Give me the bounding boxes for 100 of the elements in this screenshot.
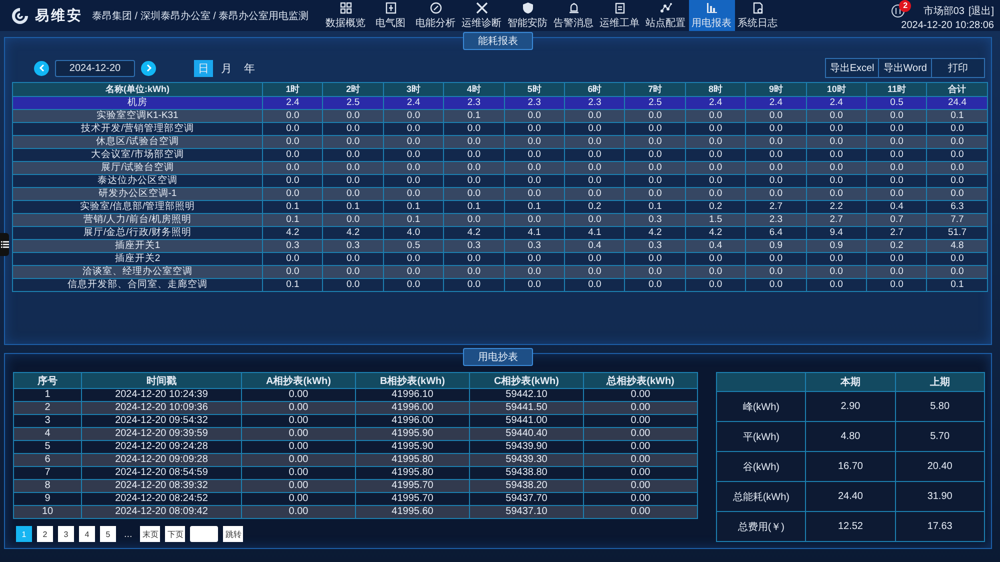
- table-cell: 0.0: [866, 278, 927, 292]
- table-cell: 0.0: [504, 278, 565, 292]
- nav-tab[interactable]: 告警消息: [550, 0, 597, 31]
- logout-link[interactable]: [退出]: [968, 4, 994, 18]
- tools-icon: [476, 2, 488, 14]
- nav-tab[interactable]: 系统日志: [734, 0, 781, 31]
- table-cell: 4.80: [806, 422, 896, 452]
- table-cell: 12.52: [806, 512, 896, 542]
- clipboard-icon: [614, 2, 626, 14]
- column-header: 合计: [926, 82, 988, 96]
- column-header: 7时: [624, 82, 686, 96]
- table-cell: 20.40: [895, 452, 984, 482]
- column-header: 6时: [564, 82, 625, 96]
- column-header: C相抄表(kWh): [470, 372, 584, 388]
- column-header: 5时: [504, 82, 565, 96]
- column-header: 本期: [806, 372, 896, 392]
- nav-tab[interactable]: 电能分析: [412, 0, 459, 31]
- table-row[interactable]: 展厅/金总/行政/财务照明 4.2 4.2 4.0 4.2 4.1 4.1 4.2 4.2 6.4 9.4 2.7 51.7: [12, 226, 988, 240]
- table-cell: 0.0: [444, 278, 504, 292]
- panel-title: 用电抄表: [463, 348, 533, 366]
- table-cell: 0.00: [242, 506, 356, 518]
- file-icon: [752, 2, 764, 14]
- list-icon: [0, 241, 8, 248]
- document-icon: [384, 2, 397, 14]
- table-cell: 0.1: [262, 278, 323, 292]
- page-button[interactable]: 5: [100, 526, 116, 542]
- chevron-right-icon: [144, 64, 152, 72]
- table-cell: 0.0: [685, 278, 746, 292]
- previous-date-button[interactable]: [34, 60, 49, 76]
- jump-button[interactable]: 跳转: [223, 526, 244, 542]
- table-cell: 0.0: [806, 278, 867, 292]
- grid-icon: [340, 2, 352, 14]
- page-button[interactable]: 2: [37, 526, 53, 542]
- compass-icon: [430, 2, 442, 14]
- column-header: 3时: [383, 82, 444, 96]
- chevron-left-icon: [38, 64, 46, 72]
- page-button[interactable]: 4: [79, 526, 95, 542]
- brand-name: 易维安: [35, 6, 83, 24]
- column-header: 4时: [444, 82, 504, 96]
- column-header: 10时: [806, 82, 867, 96]
- panel-title: 能耗报表: [463, 32, 533, 50]
- pagination-ellipsis: ...: [123, 528, 134, 540]
- column-header: 总相抄表(kWh): [584, 372, 698, 388]
- user-icon[interactable]: [891, 4, 906, 18]
- period-tab[interactable]: 月: [217, 60, 236, 76]
- page-button[interactable]: 3: [58, 526, 74, 542]
- table-cell: 5.80: [895, 392, 984, 422]
- date-time: 2024-12-20 10:28:06: [901, 20, 994, 30]
- last-page-button[interactable]: 末页: [140, 526, 160, 542]
- table-cell: 0.0: [322, 278, 384, 292]
- list-toggle-button[interactable]: [0, 233, 9, 256]
- table-cell: 总能耗(kWh): [716, 482, 806, 512]
- table-cell: 16.70: [806, 452, 896, 482]
- column-header: 序号: [14, 372, 82, 388]
- nav-tab[interactable]: 运维诊断: [458, 0, 505, 31]
- table-cell: 31.90: [895, 482, 984, 512]
- table-cell: 0.0: [383, 278, 444, 292]
- shield-icon: [522, 2, 534, 14]
- table-cell: 0.0: [746, 278, 806, 292]
- export-button[interactable]: 打印: [932, 59, 984, 77]
- table-cell: 2024-12-20 08:09:42: [82, 506, 242, 518]
- breadcrumb: 泰昂集团 / 深圳泰昂办公室 / 泰昂办公室用电监测: [92, 10, 309, 22]
- next-date-button[interactable]: [141, 60, 156, 76]
- table-cell: 0.00: [584, 506, 698, 518]
- user-name: 市场部03: [923, 4, 964, 18]
- nav-tab[interactable]: 数据概览: [322, 0, 369, 31]
- date-field[interactable]: 2024-12-20: [55, 60, 135, 76]
- period-tab[interactable]: 年: [240, 60, 259, 76]
- next-page-button[interactable]: 下页: [165, 526, 186, 542]
- column-header: 时间戳: [82, 372, 242, 388]
- table-cell: 峰(kWh): [716, 392, 806, 422]
- nav-tab[interactable]: 智能安防: [504, 0, 551, 31]
- column-header: 11时: [866, 82, 927, 96]
- table-cell: 0.1: [926, 278, 988, 292]
- column-header: 8时: [685, 82, 746, 96]
- table-cell: 24.40: [806, 482, 896, 512]
- export-button[interactable]: 导出Excel: [826, 59, 880, 77]
- bar-chart-icon: [706, 2, 718, 14]
- table-cell: 平(kWh): [716, 422, 806, 452]
- table-cell: 总费用(￥): [716, 512, 806, 542]
- table-cell: 0.0: [624, 278, 686, 292]
- column-header: 名称(单位:kWh): [12, 82, 262, 96]
- nav-tab[interactable]: 用电报表: [688, 0, 735, 31]
- nav-tab[interactable]: 电气图: [368, 0, 413, 31]
- nav-tab[interactable]: 运维工单: [596, 0, 643, 31]
- table-cell: 2.90: [806, 392, 896, 422]
- bell-icon: [568, 2, 580, 14]
- table-cell: 10: [14, 506, 82, 518]
- column-header: 9时: [746, 82, 806, 96]
- table-cell: 5.70: [895, 422, 984, 452]
- swirl-logo-icon: [10, 6, 30, 26]
- page-input-field[interactable]: [190, 526, 218, 542]
- column-header: B相抄表(kWh): [356, 372, 470, 388]
- column-header: 2时: [322, 82, 384, 96]
- nodes-icon: [660, 2, 672, 14]
- nav-tab[interactable]: 站点配置: [642, 0, 689, 31]
- column-header: 上期: [895, 372, 984, 392]
- column-header: A相抄表(kWh): [242, 372, 356, 388]
- export-button[interactable]: 导出Word: [879, 59, 932, 77]
- notification-badge: 2: [899, 0, 912, 12]
